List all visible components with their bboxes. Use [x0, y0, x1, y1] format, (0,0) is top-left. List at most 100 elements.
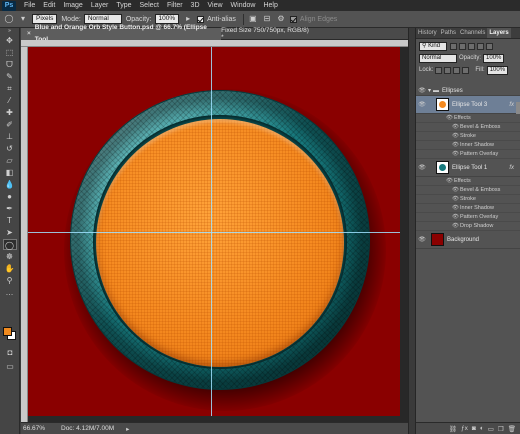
new-layer-icon[interactable]: ❐: [498, 425, 504, 433]
dodge-tool-icon[interactable]: ●: [3, 191, 17, 202]
ellipse-shape-tool-icon[interactable]: ◯: [2, 239, 17, 250]
effect-eye-icon[interactable]: 👁: [452, 151, 460, 157]
filter-kind-select[interactable]: ⚲ Kind: [419, 41, 447, 51]
visibility-eye-icon[interactable]: 👁: [416, 164, 428, 171]
lock-position-icon[interactable]: [453, 66, 461, 74]
effect-item[interactable]: 👁 Bevel & Emboss: [416, 123, 520, 132]
lasso-tool-icon[interactable]: ᗜ: [3, 59, 17, 70]
lock-image-icon[interactable]: [444, 66, 452, 74]
menu-image[interactable]: Image: [59, 0, 86, 11]
effect-item[interactable]: 👁 Stroke: [416, 132, 520, 141]
tool-preset-dropdown-icon[interactable]: ▾: [18, 14, 28, 24]
pen-tool-icon[interactable]: ✒: [3, 203, 17, 214]
filter-type-icon[interactable]: [468, 42, 475, 50]
layer-ellipse-tool-1[interactable]: 👁 Ellipse Tool 1 fx: [416, 159, 520, 177]
collapsed-panel-strip[interactable]: [408, 28, 416, 434]
menu-help[interactable]: Help: [259, 0, 281, 11]
menu-file[interactable]: File: [20, 0, 39, 11]
panel-collapse-icon[interactable]: »: [3, 29, 17, 34]
tab-channels[interactable]: Channels: [458, 28, 487, 38]
eraser-tool-icon[interactable]: ▱: [3, 155, 17, 166]
filter-adjustment-icon[interactable]: [459, 42, 466, 50]
document-tab[interactable]: × Blue and Orange Orb Style Button.psd @…: [21, 24, 222, 43]
filter-pixel-icon[interactable]: [450, 42, 457, 50]
tab-layers[interactable]: Layers: [487, 28, 511, 38]
close-tab-icon[interactable]: ×: [27, 28, 31, 40]
effect-item[interactable]: 👁 Stroke: [416, 195, 520, 204]
vertical-ruler[interactable]: [21, 47, 28, 422]
visibility-eye-icon[interactable]: 👁: [416, 87, 428, 94]
clone-stamp-tool-icon[interactable]: ⊥: [3, 131, 17, 142]
menu-type[interactable]: Type: [112, 0, 135, 11]
effect-eye-icon[interactable]: 👁: [446, 115, 454, 121]
align-edges-checkbox[interactable]: [289, 15, 297, 23]
layer-ellipse-tool-3[interactable]: 👁 Ellipse Tool 3 fx: [416, 96, 520, 114]
effects-header[interactable]: 👁 Effects: [416, 177, 520, 186]
effect-eye-icon[interactable]: 👁: [452, 142, 460, 148]
status-menu-arrow-icon[interactable]: ▸: [126, 425, 129, 433]
blur-tool-icon[interactable]: 💧: [3, 179, 17, 190]
lock-all-icon[interactable]: [462, 66, 470, 74]
layers-scrollbar[interactable]: [516, 102, 520, 114]
menu-select[interactable]: Select: [136, 0, 163, 11]
move-tool-icon[interactable]: ✥: [3, 35, 17, 46]
path-selection-tool-icon[interactable]: ➤: [3, 227, 17, 238]
effect-item[interactable]: 👁 Pattern Overlay: [416, 150, 520, 159]
effect-item[interactable]: 👁 Drop Shadow: [416, 222, 520, 231]
effect-item[interactable]: 👁 Bevel & Emboss: [416, 186, 520, 195]
effect-eye-icon[interactable]: 👁: [452, 133, 460, 139]
menu-window[interactable]: Window: [227, 0, 260, 11]
eyedropper-tool-icon[interactable]: ⁄: [3, 95, 17, 106]
history-brush-tool-icon[interactable]: ↺: [3, 143, 17, 154]
marquee-tool-icon[interactable]: ⬚: [3, 47, 17, 58]
menu-filter[interactable]: Filter: [163, 0, 187, 11]
menu-edit[interactable]: Edit: [39, 0, 59, 11]
foreground-color-swatch[interactable]: [3, 327, 12, 336]
lock-transparent-icon[interactable]: [435, 66, 443, 74]
healing-brush-tool-icon[interactable]: ✚: [3, 107, 17, 118]
adjustment-layer-icon[interactable]: ◐: [480, 425, 484, 432]
visibility-eye-icon[interactable]: 👁: [416, 236, 428, 243]
type-tool-icon[interactable]: T: [3, 215, 17, 226]
effect-eye-icon[interactable]: 👁: [452, 205, 460, 211]
filter-shape-icon[interactable]: [477, 42, 484, 50]
screen-mode-icon[interactable]: ▭: [3, 361, 17, 372]
blend-mode-select[interactable]: Normal: [419, 53, 457, 63]
fx-badge[interactable]: fx: [509, 165, 514, 171]
ellipse-tool-icon[interactable]: ◯: [4, 14, 14, 24]
paint-bucket-tool-icon[interactable]: ◧: [3, 167, 17, 178]
path-alignment-icon[interactable]: ⊟: [262, 14, 272, 24]
document-canvas[interactable]: [28, 47, 400, 416]
fx-badge[interactable]: fx: [509, 102, 514, 108]
zoom-level[interactable]: 66.67%: [21, 425, 45, 432]
quick-mask-icon[interactable]: ◘: [3, 347, 17, 358]
layer-background[interactable]: 👁 Background: [416, 231, 520, 249]
tab-history[interactable]: History: [416, 28, 439, 38]
fill-input[interactable]: 100%: [486, 65, 509, 75]
layer-group-ellipses[interactable]: 👁 ▾ ▬ Ellipses: [416, 86, 520, 96]
link-layers-icon[interactable]: ⛓: [449, 425, 457, 433]
effect-item[interactable]: 👁 Pattern Overlay: [416, 213, 520, 222]
effect-eye-icon[interactable]: 👁: [452, 196, 460, 202]
path-arrangement-icon[interactable]: ⚙: [276, 14, 286, 24]
menu-3d[interactable]: 3D: [187, 0, 204, 11]
effect-eye-icon[interactable]: 👁: [446, 178, 454, 184]
zoom-tool-icon[interactable]: ⚲: [3, 275, 17, 286]
brush-tool-icon[interactable]: ✐: [3, 119, 17, 130]
add-mask-icon[interactable]: ◙: [472, 425, 476, 432]
layer-opacity-input[interactable]: 100%: [483, 53, 505, 63]
delete-layer-icon[interactable]: 🗑: [508, 425, 516, 433]
add-style-icon[interactable]: ƒx: [461, 425, 468, 432]
more-tools-icon[interactable]: …: [3, 287, 17, 298]
crop-tool-icon[interactable]: ⌗: [3, 83, 17, 94]
effect-eye-icon[interactable]: 👁: [452, 214, 460, 220]
effect-eye-icon[interactable]: 👁: [452, 223, 460, 229]
effect-item[interactable]: 👁 Inner Shadow: [416, 141, 520, 150]
new-group-icon[interactable]: ▭: [488, 425, 494, 433]
effect-eye-icon[interactable]: 👁: [452, 124, 460, 130]
effect-eye-icon[interactable]: 👁: [452, 187, 460, 193]
menu-view[interactable]: View: [204, 0, 227, 11]
document-size[interactable]: Doc: 4.12M/7.00M: [61, 425, 114, 432]
group-expand-arrow-icon[interactable]: ▾: [428, 87, 431, 94]
effect-item[interactable]: 👁 Inner Shadow: [416, 204, 520, 213]
